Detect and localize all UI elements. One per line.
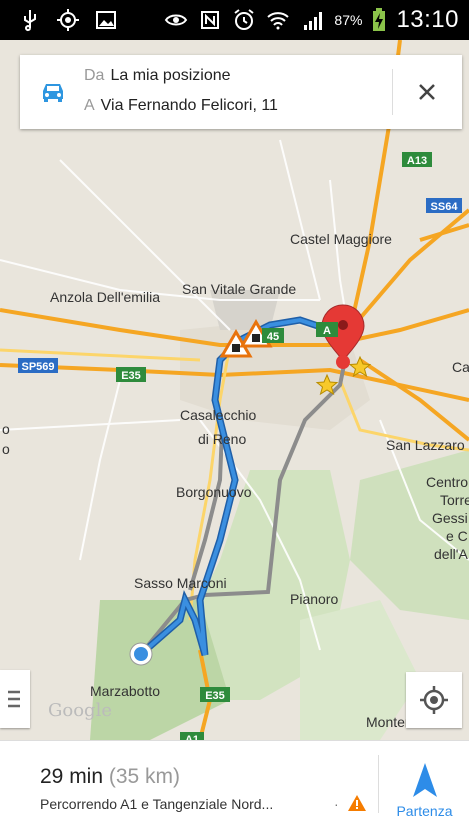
battery-charging-icon [373,8,386,31]
map-label: Marzabotto [90,683,160,699]
svg-text:E35: E35 [121,370,141,382]
destination-field[interactable]: A Via Fernando Felicori, 11 [84,97,278,115]
road-shield-e35-bottom: E35 [200,687,230,702]
route-duration: 29 min [40,765,104,788]
map-label: Gessi [432,510,468,526]
map-label: Castel Maggiore [290,231,392,247]
destination-prefix: A [84,97,95,114]
image-icon [96,11,116,29]
divider [392,69,393,115]
layers-button[interactable] [0,670,30,728]
origin-field[interactable]: Da La mia posizione [84,67,231,85]
menu-icon [8,690,20,708]
map-label: Centro [426,474,468,490]
map-label: Anzola Dell'emilia [50,289,160,305]
clock: 13:10 [396,6,459,33]
gps-icon [57,9,79,31]
road-shield-a1-bottom: A1 [180,732,204,740]
start-label: Partenza [396,803,453,819]
eye-icon [165,14,188,26]
origin-value: La mia posizione [110,67,231,84]
map-canvas[interactable]: A13 SS64 SP569 E35 45 A E35 A1 Castel Ma… [0,40,469,740]
map-label: San Lazzaro [386,437,465,453]
route-duration-line: 29 min (35 km) [40,765,180,789]
road-shield-sp569: SP569 [18,358,58,373]
destination-value: Via Fernando Felicori, 11 [100,97,278,114]
wifi-icon [267,12,290,30]
car-icon [43,84,63,102]
road-shield-a1-near-pin: A [316,322,338,337]
my-location-button[interactable] [406,672,462,728]
alarm-icon [234,9,255,30]
road-shield-e35-mid: E35 [116,367,146,382]
svg-text:SS64: SS64 [431,201,459,213]
road-shield-a13: A13 [402,152,432,167]
svg-text:E35: E35 [205,690,225,702]
warning-icon[interactable] [348,795,366,811]
navigation-arrow-icon [413,763,437,797]
map-view[interactable]: A13 SS64 SP569 E35 45 A E35 A1 Castel Ma… [0,40,469,740]
svg-text:A: A [323,325,331,337]
nfc-icon [201,11,220,29]
map-label: Borgonuovo [176,484,252,500]
road-shield-a45: 45 [262,328,284,343]
map-label: di Reno [198,431,246,447]
separator: · [334,796,339,812]
road-shield-ss64-top: SS64 [426,198,462,213]
route-distance: (35 km) [108,765,181,788]
close-icon[interactable] [408,73,446,111]
map-label: e C [446,528,468,544]
status-bar: 87% 13:10 [0,0,469,40]
svg-text:A13: A13 [407,155,427,167]
origin-dot [134,647,148,661]
map-label: Sasso Marconi [134,575,227,591]
divider [378,755,379,813]
origin-prefix: Da [84,67,105,84]
route-via: Percorrendo A1 e Tangenziale Nord... [40,796,274,812]
battery-percent: 87% [334,12,363,28]
map-label: Ca [452,359,469,375]
start-navigation-button[interactable]: Partenza [380,741,469,823]
signal-icon [304,12,323,30]
usb-icon [24,10,36,32]
svg-text:45: 45 [267,331,279,343]
map-label: Torre [440,492,469,508]
my-location-icon [420,686,448,714]
map-label: o [2,441,10,457]
map-label: Casalecchio [180,407,256,423]
map-label: Pianoro [290,591,338,607]
map-label: dell'A [434,546,468,562]
map-label: San Vitale Grande [182,281,296,297]
map-label: o [2,421,10,437]
route-card[interactable]: Da La mia posizione A Via Fernando Felicor… [20,55,462,129]
route-summary[interactable]: 29 min (35 km) Percorrendo A1 e Tangenzi… [0,740,469,823]
google-logo: Google [48,700,112,721]
svg-text:SP569: SP569 [21,361,54,373]
